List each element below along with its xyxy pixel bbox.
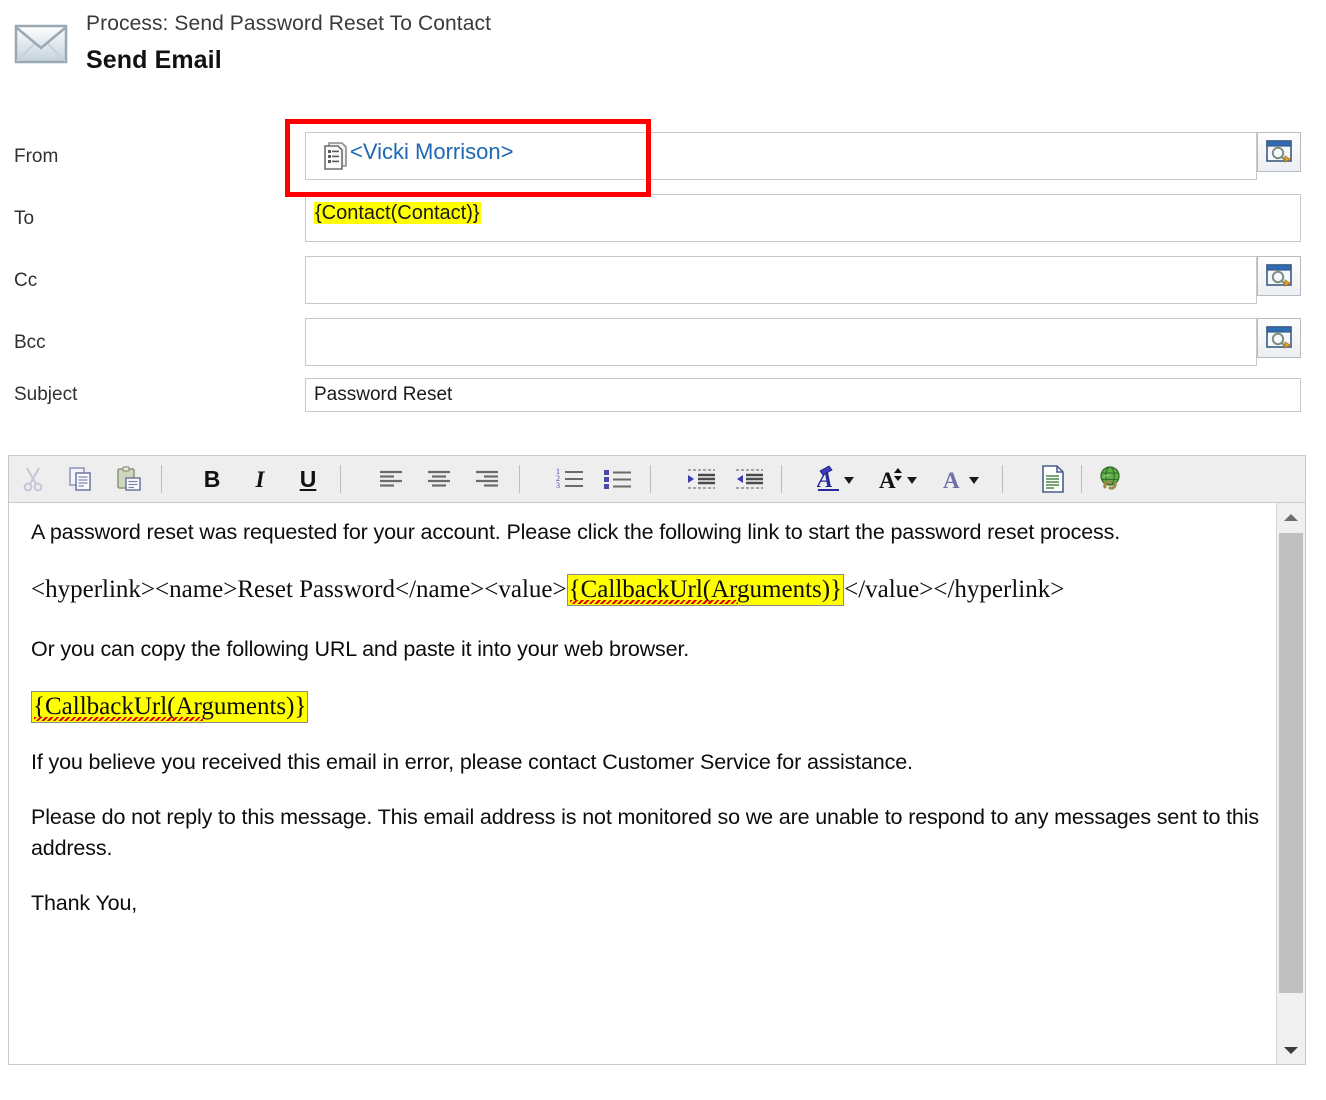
toolbar-separator <box>781 465 782 493</box>
email-fields: From <Vicki Morrison> To {Contact(Contac… <box>0 128 1326 424</box>
italic-button[interactable]: I <box>236 456 284 502</box>
source-view-icon[interactable] <box>1029 456 1077 502</box>
italic-label: I <box>255 466 265 492</box>
body-paragraph-4: Please do not reply to this message. Thi… <box>31 805 1259 860</box>
body-paragraph-1: A password reset was requested for your … <box>31 520 1121 544</box>
label-to: To <box>14 208 35 229</box>
scroll-down-button[interactable] <box>1277 1036 1305 1064</box>
body-vertical-scrollbar[interactable] <box>1276 503 1305 1064</box>
bulleted-list-icon[interactable] <box>594 456 642 502</box>
page-header: Process: Send Password Reset To Contact … <box>0 0 1326 100</box>
from-input[interactable]: <Vicki Morrison> <box>305 132 1257 180</box>
cc-input[interactable] <box>305 256 1257 304</box>
chevron-down-icon <box>1284 1046 1298 1054</box>
field-row-cc: Cc <box>0 252 1326 314</box>
underline-label: U <box>299 465 317 492</box>
label-cc: Cc <box>14 270 38 291</box>
toolbar-separator <box>340 465 341 493</box>
email-body-area[interactable]: A password reset was requested for your … <box>8 503 1306 1065</box>
field-row-to: To {Contact(Contact)} <box>0 190 1326 252</box>
hyperlink-prefix: <hyperlink><name>Reset Password</name><v… <box>31 576 567 603</box>
increase-indent-icon[interactable] <box>677 456 725 502</box>
toolbar-separator <box>519 465 520 493</box>
body-paragraph-3: If you believe you received this email i… <box>31 750 913 774</box>
body-standalone-token-line: {CallbackUrl(Arguments)} <box>31 689 1259 725</box>
callback-url-token-inline: {CallbackUrl(Arguments)} <box>566 574 845 606</box>
svg-text:A: A <box>943 468 960 493</box>
numbered-list-icon[interactable]: 123 <box>546 456 594 502</box>
toolbar-separator <box>650 465 651 493</box>
scroll-up-button[interactable] <box>1277 503 1305 531</box>
label-bcc: Bcc <box>14 332 46 353</box>
body-paragraph-2: Or you can copy the following URL and pa… <box>31 637 690 661</box>
from-value: <Vicki Morrison> <box>350 139 514 164</box>
svg-text:A: A <box>879 468 896 493</box>
to-value: {Contact(Contact)} <box>314 202 481 224</box>
lookup-magnifier-icon <box>1266 264 1292 287</box>
font-color-icon[interactable]: A <box>932 456 994 502</box>
font-family-icon[interactable]: A <box>808 456 870 502</box>
toolbar-separator <box>1002 465 1003 493</box>
hyperlink-suffix: </value></hyperlink> <box>844 576 1065 603</box>
subject-input[interactable]: Password Reset <box>305 378 1301 412</box>
callback-url-token-standalone-text: {CallbackUrl(Arguments)} <box>33 693 307 720</box>
field-row-from: From <Vicki Morrison> <box>0 128 1326 190</box>
copy-icon[interactable] <box>57 456 105 502</box>
to-input[interactable]: {Contact(Contact)} <box>305 194 1301 242</box>
body-hyperlink-line: <hyperlink><name>Reset Password</name><v… <box>31 572 1259 608</box>
rich-text-editor: B I U 1 2 3 A A A A password reset was r… <box>8 455 1306 1065</box>
align-left-icon[interactable] <box>367 456 415 502</box>
scrollbar-thumb[interactable] <box>1279 533 1303 993</box>
chevron-up-icon <box>1284 513 1298 521</box>
insert-hyperlink-icon[interactable] <box>1086 456 1134 502</box>
align-right-icon[interactable] <box>463 456 511 502</box>
underline-button[interactable]: U <box>284 456 332 502</box>
bold-label: B <box>203 465 221 492</box>
bcc-input[interactable] <box>305 318 1257 366</box>
subject-value: Password Reset <box>314 384 453 405</box>
spellcheck-underline <box>34 717 203 721</box>
to-value-wrapper: {Contact(Contact)} <box>314 200 481 226</box>
cut-icon[interactable] <box>9 456 57 502</box>
cc-lookup-button[interactable] <box>1257 256 1301 296</box>
toolbar-separator <box>161 465 162 493</box>
decrease-indent-icon[interactable] <box>725 456 773 502</box>
callback-url-token-standalone: {CallbackUrl(Arguments)} <box>31 691 309 723</box>
from-lookup-button[interactable] <box>1257 132 1301 172</box>
lookup-magnifier-icon <box>1266 326 1292 349</box>
body-paragraph-5: Thank You, <box>31 891 138 915</box>
callback-url-token-inline-text: {CallbackUrl(Arguments)} <box>568 576 843 603</box>
bold-button[interactable]: B <box>188 456 236 502</box>
field-row-bcc: Bcc <box>0 314 1326 376</box>
align-center-icon[interactable] <box>415 456 463 502</box>
font-size-icon[interactable]: A <box>870 456 932 502</box>
page-title: Send Email <box>86 46 222 74</box>
header-text-block: Process: Send Password Reset To Contact … <box>86 10 491 77</box>
label-subject: Subject <box>14 384 78 405</box>
spellcheck-underline <box>569 600 739 604</box>
paste-icon[interactable] <box>105 456 153 502</box>
label-from: From <box>14 146 59 167</box>
svg-text:3: 3 <box>556 481 560 490</box>
record-lookup-icon <box>320 141 348 171</box>
lookup-magnifier-icon <box>1266 140 1292 163</box>
email-body-content[interactable]: A password reset was requested for your … <box>9 503 1275 1064</box>
process-subtitle: Process: Send Password Reset To Contact <box>86 12 492 35</box>
toolbar-separator <box>1081 465 1082 493</box>
bcc-lookup-button[interactable] <box>1257 318 1301 358</box>
envelope-icon <box>12 22 72 68</box>
field-row-subject: Subject Password Reset <box>0 376 1326 424</box>
editor-toolbar: B I U 1 2 3 A A A <box>8 455 1306 503</box>
